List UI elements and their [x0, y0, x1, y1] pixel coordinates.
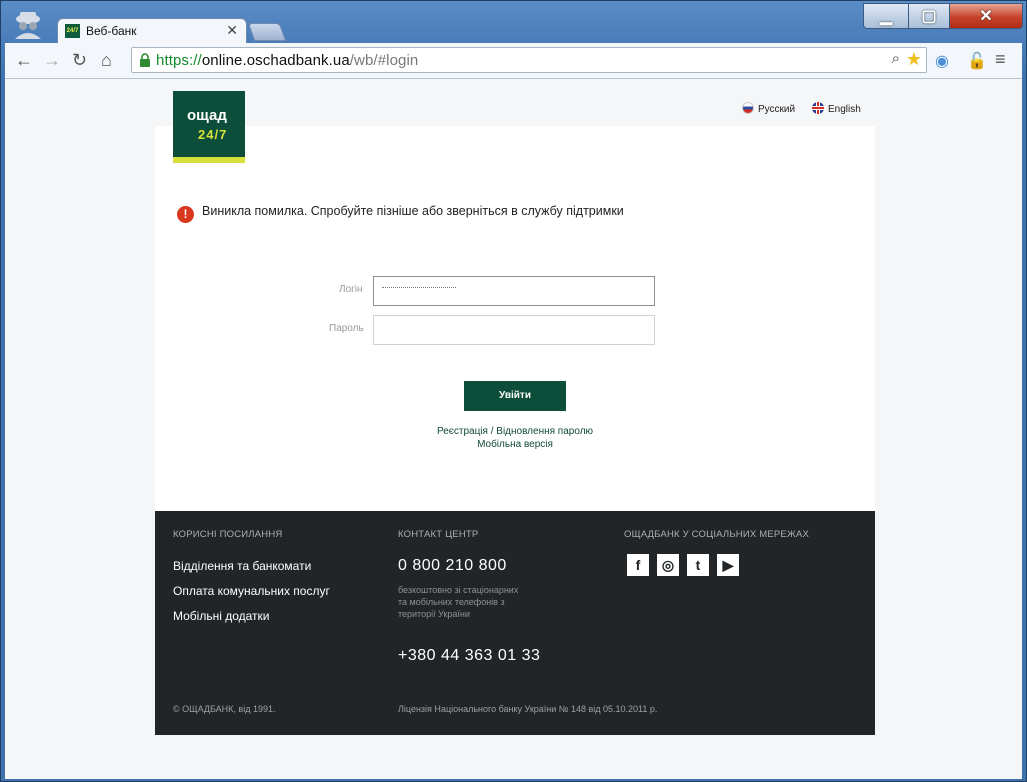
lock-icon [140, 53, 150, 67]
minimize-icon: ▁ [879, 8, 893, 25]
phone-note-2: та мобільних телефонів з [398, 597, 505, 607]
security-icon[interactable]: 🔓 [967, 51, 987, 71]
logo-text: ощад [187, 107, 227, 124]
tab-close-icon[interactable]: ✕ [226, 22, 238, 39]
browser-tab[interactable]: 24/7 Веб-банк ✕ [57, 18, 247, 44]
facebook-icon[interactable]: f [627, 554, 649, 576]
phone-intl[interactable]: +380 44 363 01 33 [398, 647, 540, 665]
home-icon[interactable]: ⌂ [101, 51, 112, 69]
extension-icon[interactable]: ◉ [935, 51, 949, 71]
footer: КОРИСНІ ПОСИЛАННЯ Відділення та банкомат… [155, 511, 875, 735]
footer-link-mobile-apps[interactable]: Мобільні додатки [173, 609, 270, 623]
reload-icon[interactable]: ↻ [72, 51, 87, 69]
login-button[interactable]: Увійти [464, 381, 566, 411]
login-label: Логін [339, 284, 363, 295]
login-value-masked [382, 287, 456, 288]
incognito-icon [15, 12, 41, 39]
mobile-version-link[interactable]: Мобільна версія [477, 439, 553, 450]
copyright: © ОЩАДБАНК, від 1991. [173, 704, 276, 714]
password-label: Пароль [329, 323, 364, 334]
error-text: Виникла помилка. Спробуйте пізніше або з… [202, 204, 624, 218]
back-icon[interactable]: ← [15, 51, 33, 69]
contact-heading: КОНТАКТ ЦЕНТР [398, 529, 479, 540]
twitter-icon[interactable]: t [687, 554, 709, 576]
youtube-icon[interactable]: ▶ [717, 554, 739, 576]
url-text: https://online.oschadbank.ua/wb/#login [156, 52, 419, 69]
maximize-icon: ▢ [921, 8, 937, 25]
useful-links-heading: КОРИСНІ ПОСИЛАННЯ [173, 529, 283, 540]
error-message: ! Виникла помилка. Спробуйте пізніше або … [177, 204, 624, 223]
footer-link-utilities[interactable]: Оплата комунальних послуг [173, 584, 330, 598]
logo-subtext: 24/7 [198, 127, 228, 142]
recover-password-link[interactable]: Відновлення паролю [496, 426, 593, 437]
language-ru-link[interactable]: Русский [742, 102, 795, 115]
address-bar[interactable]: https://online.oschadbank.ua/wb/#login ⌕… [131, 47, 927, 73]
uk-flag-icon [812, 102, 824, 114]
mobile-version-row: Мобільна версія [155, 439, 875, 450]
menu-icon[interactable]: ≡ [995, 49, 1006, 70]
page-viewport: ощад 24/7 Русский English ! Виникла помил… [5, 79, 1022, 779]
phone-note-3: території України [398, 609, 470, 619]
browser-window: ▁ ▢ ✕ 24/7 Веб-банк ✕ ← → ↻ ⌂ https://on… [0, 0, 1027, 782]
oschad-logo[interactable]: ощад 24/7 [173, 91, 245, 163]
forward-icon[interactable]: → [43, 51, 61, 69]
new-tab-button[interactable] [247, 23, 287, 41]
minimize-button[interactable]: ▁ [863, 3, 909, 29]
phone-note-1: безкоштовно зі стаціонарних [398, 585, 519, 595]
password-input[interactable] [373, 315, 655, 345]
footer-link-branches[interactable]: Відділення та банкомати [173, 559, 311, 573]
login-input[interactable] [373, 276, 655, 306]
social-heading: ОЩАДБАНК У СОЦІАЛЬНИХ МЕРЕЖАХ [624, 529, 810, 540]
close-window-button[interactable]: ✕ [949, 3, 1023, 29]
russia-flag-icon [742, 102, 754, 114]
license-text: Ліцензія Національного банку України № 1… [398, 704, 658, 714]
maximize-button[interactable]: ▢ [908, 3, 950, 29]
link-separator: / [490, 426, 494, 437]
auth-links: Реєстрація / Відновлення паролю [155, 426, 875, 437]
instagram-icon[interactable]: ◎ [657, 554, 679, 576]
error-icon: ! [177, 206, 194, 223]
browser-toolbar: ← → ↻ ⌂ https://online.oschadbank.ua/wb/… [5, 43, 1022, 79]
star-icon[interactable]: ★ [906, 49, 922, 70]
register-link[interactable]: Реєстрація [437, 426, 488, 437]
phone-free[interactable]: 0 800 210 800 [398, 557, 507, 575]
tab-title: Веб-банк [86, 24, 137, 38]
zoom-icon[interactable]: ⌕ [892, 50, 900, 67]
favicon: 24/7 [65, 24, 80, 38]
language-en-link[interactable]: English [812, 102, 861, 115]
close-icon: ✕ [979, 8, 993, 25]
